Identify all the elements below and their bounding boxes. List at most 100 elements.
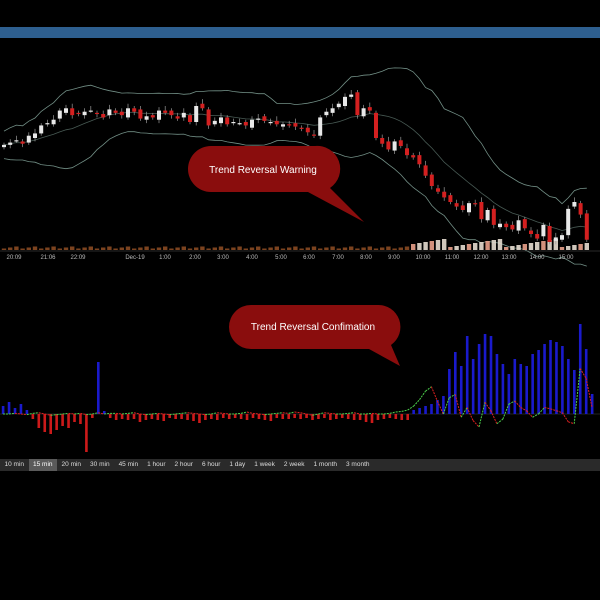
volume-bar [398, 247, 403, 250]
histogram-bar [537, 350, 540, 414]
candle-body [274, 120, 279, 125]
time-tick-label: 4:00 [246, 255, 258, 261]
volume-bar [88, 246, 93, 250]
candle-body [281, 124, 285, 127]
histogram-bar [114, 414, 118, 420]
volume-bar [491, 240, 496, 250]
candle-body [175, 116, 180, 119]
timeframe-1-week[interactable]: 1 week [250, 459, 280, 471]
histogram-bar [340, 414, 344, 418]
volume-bar [206, 248, 211, 250]
candle-body [374, 112, 378, 138]
timeframe-15-min[interactable]: 15 min [28, 459, 58, 471]
time-tick-label: 20:09 [6, 255, 22, 261]
volume-bar [336, 248, 341, 250]
candle-body [491, 208, 496, 225]
volume-bar [355, 248, 360, 250]
candle-body [312, 134, 316, 136]
timeframe-1-day[interactable]: 1 day [225, 459, 250, 471]
histogram-bar [430, 404, 433, 414]
candle-body [126, 108, 130, 118]
candle-body [349, 94, 354, 97]
histogram-bar [561, 346, 564, 414]
volume-bar [262, 248, 267, 250]
timeframe-20-min[interactable]: 20 min [57, 459, 86, 471]
time-tick-label: 6:00 [303, 255, 315, 261]
volume-bar [479, 242, 484, 250]
time-tick-label: 14:00 [529, 255, 545, 261]
timeframe-6-hour[interactable]: 6 hour [197, 459, 224, 471]
candle-body [138, 109, 143, 119]
timeframe-bar: 10 min 15 min 20 min 30 min 45 min 1 hour 2 ho… [0, 459, 600, 471]
signal-line-segment [532, 413, 539, 418]
histogram-bar [275, 414, 279, 418]
volume-bar [113, 248, 118, 250]
candle-body [82, 111, 87, 116]
volume-bar [299, 248, 304, 250]
volume-bar [150, 248, 155, 250]
volume-bar [14, 246, 19, 250]
histogram-bar [55, 414, 58, 430]
histogram-bar [73, 414, 76, 422]
volume-bar [411, 244, 416, 250]
volume-bar [57, 248, 62, 250]
candle-body [305, 127, 310, 133]
signal-line-segment [496, 418, 504, 425]
signal-line-segment [348, 412, 355, 414]
volume-bar [435, 240, 441, 250]
volume-bar [187, 248, 193, 250]
candle-body [57, 110, 62, 119]
volume-bar [423, 242, 428, 250]
histogram-bar [335, 414, 338, 419]
volume-bar [107, 246, 112, 250]
candle-body [510, 224, 515, 230]
candle-body [95, 112, 99, 115]
timeframe-2-hour[interactable]: 2 hour [170, 459, 197, 471]
histogram-bar [43, 414, 47, 432]
volume-bar [516, 245, 521, 250]
histogram-bar [210, 414, 213, 419]
candle-body [33, 133, 37, 138]
volume-bar [212, 247, 217, 250]
timeframe-1-month[interactable]: 1 month [309, 459, 342, 471]
candle-body [250, 119, 254, 128]
volume-bar [318, 248, 323, 250]
candle-body [256, 118, 261, 120]
candle-body [200, 103, 205, 109]
volume-bar [63, 247, 69, 250]
histogram-bar [192, 414, 195, 421]
candle-body [231, 122, 236, 124]
volume-bar [1, 248, 7, 250]
histogram-bar [376, 414, 380, 420]
histogram-bar [477, 344, 481, 414]
candle-body [522, 219, 527, 229]
candle-body [268, 122, 273, 124]
volume-bar [156, 247, 162, 250]
histogram-bar [346, 414, 350, 419]
time-tick-label: 1:00 [159, 255, 171, 261]
histogram-bar [221, 414, 225, 418]
candle-body [324, 111, 329, 116]
histogram-bar [364, 414, 368, 422]
candle-body [361, 108, 366, 117]
timeframe-45-min[interactable]: 45 min [114, 459, 143, 471]
candle-body [535, 234, 540, 239]
timeframe-3-month[interactable]: 3 month [342, 459, 375, 471]
histogram-bar [418, 408, 421, 414]
timeframe-30-min[interactable]: 30 min [86, 459, 115, 471]
timeframe-1-hour[interactable]: 1 hour [143, 459, 170, 471]
candle-body [417, 155, 422, 165]
candle-body [188, 115, 192, 122]
confirmation-callout-label: Trend Reversal Confimation [251, 322, 375, 333]
candle-body [467, 203, 471, 213]
volume-bar [70, 246, 75, 250]
timeframe-2-week[interactable]: 2 week [279, 459, 309, 471]
histogram-bar [507, 374, 511, 414]
volume-bar [510, 246, 515, 250]
signal-line-segment [240, 411, 248, 414]
timeframe-10-min[interactable]: 10 min [0, 459, 29, 471]
histogram-bar [1, 406, 5, 414]
signal-line-segment [181, 412, 188, 414]
candle-body [479, 202, 484, 220]
volume-bar [466, 244, 472, 250]
